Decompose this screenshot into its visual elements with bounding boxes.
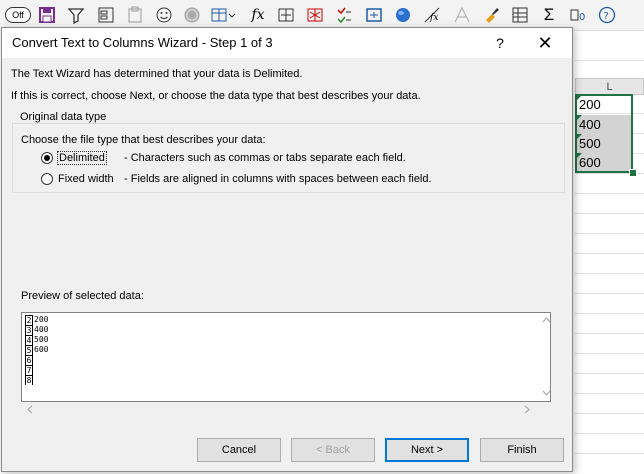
preview-row: 2 200	[25, 315, 48, 325]
preview-row: 4 500	[25, 335, 48, 345]
gridline	[575, 453, 644, 454]
frame-icon[interactable]	[364, 5, 384, 25]
gridline	[575, 353, 644, 354]
function-icon[interactable]: fx	[248, 5, 268, 25]
row-value	[33, 365, 34, 375]
row-value: 500	[34, 335, 49, 344]
preview-rows: 2 200 3 400 4 500 5 600 6 7 8	[25, 315, 48, 385]
intro-text-1: The Text Wizard has determined that your…	[11, 68, 303, 80]
finish-button[interactable]: Finish	[480, 438, 564, 462]
table-icon[interactable]	[209, 5, 237, 25]
scroll-up-icon[interactable]	[542, 315, 551, 325]
gridline	[575, 60, 644, 61]
svg-text:0: 0	[579, 12, 585, 23]
gridline	[575, 273, 644, 274]
row-number: 2	[25, 315, 33, 325]
gridline	[575, 333, 644, 334]
radio-fixed-width[interactable]	[41, 173, 53, 185]
row-value	[33, 355, 34, 365]
preview-row: 5 600	[25, 345, 48, 355]
scroll-down-icon[interactable]	[542, 388, 551, 398]
off-toggle[interactable]: Off	[5, 7, 31, 23]
row-value	[33, 375, 34, 385]
circle-icon[interactable]	[182, 5, 202, 25]
sphere-icon[interactable]	[393, 5, 413, 25]
delimited-label-text: Delimited	[57, 151, 107, 165]
preview-label: Preview of selected data:	[21, 290, 144, 302]
help-button[interactable]: ?	[487, 30, 513, 56]
choose-label: Choose the file type that best describes…	[21, 134, 266, 146]
row-number: 6	[25, 355, 33, 365]
text-to-columns-dialog: Convert Text to Columns Wizard - Step 1 …	[1, 27, 573, 472]
row-value: 400	[34, 325, 49, 334]
next-button[interactable]: Next >	[385, 438, 469, 462]
intro-text-2: If this is correct, choose Next, or choo…	[11, 90, 421, 102]
scroll-left-icon[interactable]	[27, 405, 33, 416]
back-button[interactable]: < Back	[291, 438, 375, 462]
save-icon[interactable]	[37, 5, 57, 25]
preview-row: 6	[25, 355, 48, 365]
fill-handle[interactable]	[629, 169, 637, 177]
help-icon[interactable]: ?	[597, 5, 617, 25]
svg-text:fx: fx	[429, 13, 438, 23]
dialog-title: Convert Text to Columns Wizard - Step 1 …	[12, 35, 273, 50]
form-icon[interactable]	[96, 5, 116, 25]
gridline	[575, 313, 644, 314]
preview-row: 3 400	[25, 325, 48, 335]
paste-icon[interactable]	[125, 5, 145, 25]
gridline	[575, 373, 644, 374]
preview-row: 7	[25, 365, 48, 375]
merge-icon[interactable]	[276, 5, 296, 25]
row-number: 5	[25, 345, 33, 355]
preview-row: 8	[25, 375, 48, 385]
row-value: 200	[34, 315, 49, 324]
unmerge-icon[interactable]	[305, 5, 325, 25]
preview-vertical-scrollbar[interactable]	[542, 313, 551, 401]
gridline	[575, 393, 644, 394]
aa-icon[interactable]	[452, 5, 472, 25]
column-header-l[interactable]: L	[575, 78, 644, 95]
brush-icon[interactable]	[481, 5, 501, 25]
gridline	[575, 413, 644, 414]
gridline	[575, 433, 644, 434]
gridline	[575, 293, 644, 294]
option-delimited-description: - Characters such as commas or tabs sepa…	[124, 152, 406, 164]
svg-text:?: ?	[604, 11, 609, 22]
option-fixed-width-label[interactable]: Fixed width	[58, 173, 114, 185]
row-value: 600	[34, 345, 49, 354]
close-button[interactable]: ✕	[530, 30, 560, 56]
gridline	[575, 233, 644, 234]
scroll-right-icon[interactable]	[524, 405, 530, 416]
gridline	[575, 213, 644, 214]
option-fixed-width-description: - Fields are aligned in columns with spa…	[124, 173, 432, 185]
cancel-button[interactable]: Cancel	[197, 438, 281, 462]
gridline	[575, 193, 644, 194]
row-number: 8	[25, 375, 33, 385]
gridline	[575, 253, 644, 254]
row-number: 3	[25, 325, 33, 335]
conditional-format-icon[interactable]	[334, 5, 354, 25]
filter-icon[interactable]	[66, 5, 86, 25]
selection-border	[575, 94, 633, 173]
group-title: Original data type	[17, 111, 110, 123]
row-number: 4	[25, 335, 33, 345]
number-format-icon[interactable]: 0	[568, 5, 588, 25]
option-delimited-label[interactable]: Delimited	[57, 151, 107, 165]
radio-delimited[interactable]	[41, 152, 53, 164]
fx-angle-icon[interactable]: fx	[422, 5, 444, 25]
sigma-icon[interactable]: Σ	[539, 5, 559, 25]
data-preview[interactable]: 2 200 3 400 4 500 5 600 6 7 8	[21, 312, 551, 402]
dialog-titlebar[interactable]: Convert Text to Columns Wizard - Step 1 …	[2, 28, 572, 58]
smiley-icon[interactable]	[154, 5, 174, 25]
row-number: 7	[25, 365, 33, 375]
grid-icon[interactable]	[510, 5, 530, 25]
